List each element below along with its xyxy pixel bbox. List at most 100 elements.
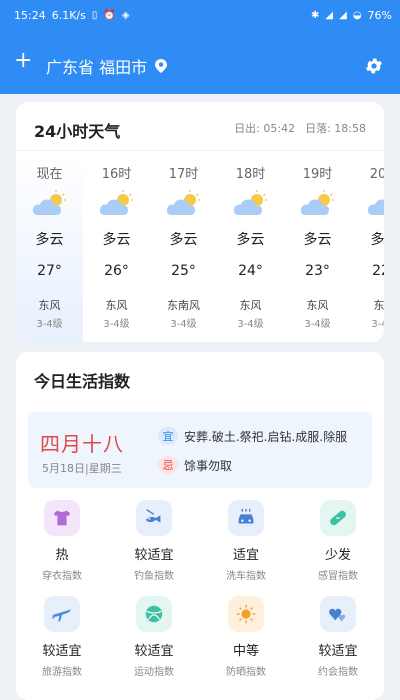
life-title: 今日生活指数 bbox=[34, 372, 131, 391]
suitable-text: 安葬.破土.祭祀.启钻.成服.除服 bbox=[184, 429, 348, 444]
car-wash-icon bbox=[228, 500, 264, 536]
location-selector[interactable]: 广东省 福田市 bbox=[46, 54, 168, 78]
hour-wind-level: 3-4级 bbox=[170, 319, 197, 330]
partly-cloudy-icon bbox=[231, 189, 271, 219]
hearts-icon bbox=[320, 596, 356, 632]
clock-text: 15:24 bbox=[14, 8, 46, 22]
index-label: 旅游指数 bbox=[42, 667, 82, 678]
app-header: + 广东省 福田市 bbox=[0, 30, 400, 94]
hourly-forecast-list[interactable]: 现在多云 27° 东风 3-4级 16时多云 26° 东风 3-4级 17时多云 25° 东南风 3-… bbox=[16, 150, 384, 342]
index-value: 适宜 bbox=[232, 548, 259, 563]
life-index-item[interactable]: 较适宜 运动指数 bbox=[108, 596, 200, 678]
add-city-button[interactable]: + bbox=[14, 50, 32, 72]
hour-condition: 多云 bbox=[102, 232, 131, 248]
bluetooth-icon: ✱ bbox=[311, 9, 320, 21]
hourly-title: 24小时天气 bbox=[34, 122, 121, 141]
hour-column[interactable]: 16时多云 26° 东风 3-4级 bbox=[83, 151, 150, 342]
lunar-date: 四月十八 bbox=[40, 432, 124, 456]
life-index-item[interactable]: 较适宜 钓鱼指数 bbox=[108, 500, 200, 582]
hour-temperature: 25° bbox=[171, 263, 196, 279]
hour-wind-direction: 东风 bbox=[38, 299, 61, 312]
index-label: 洗车指数 bbox=[226, 571, 266, 582]
hour-temperature: 27° bbox=[37, 263, 62, 279]
partly-cloudy-icon bbox=[365, 189, 384, 219]
hour-temperature: 23° bbox=[305, 263, 330, 279]
hour-time: 16时 bbox=[101, 167, 132, 182]
hour-condition: 多云 bbox=[35, 232, 64, 248]
life-index-card: 今日生活指数 四月十八 5月18日|星期三 宜 安葬.破土.祭祀.启钻.成服.除… bbox=[16, 352, 384, 700]
sunrise-time: 日出: 05:42 bbox=[234, 122, 296, 135]
location-name: 广东省 福田市 bbox=[46, 58, 148, 77]
avoid-row: 忌 馀事勿取 bbox=[158, 456, 232, 474]
fishing-icon bbox=[136, 500, 172, 536]
signal-2-icon: ◢ bbox=[339, 9, 347, 21]
hour-column[interactable]: 19时 多云 23° 东风 3-4级 bbox=[284, 151, 351, 342]
hour-column[interactable]: 20时多云 22° 东风 3-4级 bbox=[351, 151, 384, 342]
hourly-weather-card: 24小时天气 日出: 05:42 日落: 18:58 现在多云 27° 东风 3-4级… bbox=[16, 102, 384, 342]
sun-icon bbox=[228, 596, 264, 632]
almanac-box[interactable]: 四月十八 5月18日|星期三 宜 安葬.破土.祭祀.启钻.成服.除服 忌 馀事勿… bbox=[28, 412, 372, 488]
index-label: 钓鱼指数 bbox=[134, 571, 174, 582]
hour-temperature: 24° bbox=[238, 263, 263, 279]
suitable-badge: 宜 bbox=[158, 427, 178, 445]
hour-wind-level: 3-4级 bbox=[36, 319, 63, 330]
hour-wind-direction: 东风 bbox=[306, 299, 329, 312]
hour-wind-direction: 东风 bbox=[105, 299, 128, 312]
status-bar: 15:24 6.1K/s ▯ ⏰ ◈ ✱ ◢ ◢ ◒ 76% bbox=[0, 0, 400, 30]
hour-wind-level: 3-4级 bbox=[237, 319, 264, 330]
hour-column[interactable]: 17时多云 25° 东南风 3-4级 bbox=[150, 151, 217, 342]
sun-times: 日出: 05:42 日落: 18:58 bbox=[234, 120, 366, 136]
avoid-badge: 忌 bbox=[158, 456, 178, 474]
signal-icon: ◢ bbox=[325, 9, 334, 21]
index-label: 感冒指数 bbox=[318, 571, 358, 582]
avoid-text: 馀事勿取 bbox=[184, 458, 233, 473]
network-speed: 6.1K/s bbox=[51, 8, 86, 22]
life-index-item[interactable]: 中等 防晒指数 bbox=[200, 596, 292, 678]
hour-wind-level: 3-4级 bbox=[304, 319, 331, 330]
plane-icon bbox=[44, 596, 80, 632]
ball-icon bbox=[136, 596, 172, 632]
location-pin-icon bbox=[155, 59, 168, 73]
hour-condition: 多云 bbox=[303, 232, 332, 248]
partly-cloudy-icon bbox=[97, 189, 137, 219]
hour-time: 20时 bbox=[369, 167, 384, 182]
index-value: 较适宜 bbox=[318, 644, 358, 659]
hour-column[interactable]: 现在多云 27° 东风 3-4级 bbox=[16, 151, 83, 342]
life-index-item[interactable]: 少发 感冒指数 bbox=[292, 500, 384, 582]
settings-gear-icon[interactable] bbox=[364, 56, 384, 76]
hour-temperature: 26° bbox=[104, 263, 129, 279]
index-value: 少发 bbox=[324, 548, 351, 563]
hour-wind-level: 3-4级 bbox=[371, 319, 384, 330]
hour-wind-direction: 东风 bbox=[373, 299, 385, 312]
wifi-icon: ◒ bbox=[352, 9, 362, 21]
hour-condition: 多云 bbox=[236, 232, 265, 248]
hour-wind-level: 3-4级 bbox=[103, 319, 130, 330]
sunset-time: 日落: 18:58 bbox=[305, 122, 366, 135]
bandage-icon bbox=[320, 500, 356, 536]
vibrate-icon: ▯ bbox=[91, 9, 98, 21]
life-index-item[interactable]: 较适宜 旅游指数 bbox=[16, 596, 108, 678]
index-label: 防晒指数 bbox=[226, 667, 266, 678]
index-label: 运动指数 bbox=[134, 667, 174, 678]
hour-time: 现在 bbox=[36, 167, 63, 182]
index-value: 热 bbox=[55, 548, 69, 563]
hour-column[interactable]: 18时 多云 24° 东风 3-4级 bbox=[217, 151, 284, 342]
hour-time: 17时 bbox=[168, 167, 199, 182]
life-index-item[interactable]: 热穿衣指数 bbox=[16, 500, 108, 582]
index-value: 较适宜 bbox=[134, 548, 174, 563]
life-index-item[interactable]: 较适宜 约会指数 bbox=[292, 596, 384, 678]
hour-wind-direction: 东南风 bbox=[167, 299, 200, 312]
index-value: 较适宜 bbox=[134, 644, 174, 659]
alarm-icon: ⏰ bbox=[103, 9, 116, 21]
partly-cloudy-icon bbox=[298, 189, 338, 219]
app-notification-icon: ◈ bbox=[121, 9, 130, 21]
partly-cloudy-icon bbox=[30, 189, 70, 219]
index-label: 约会指数 bbox=[318, 667, 358, 678]
hour-condition: 多云 bbox=[169, 232, 198, 248]
shirt-icon bbox=[44, 500, 80, 536]
battery-level: 76% bbox=[367, 8, 392, 22]
index-value: 中等 bbox=[232, 644, 259, 659]
life-index-grid: 热穿衣指数 较适宜 钓鱼指数 适宜 洗车指数 少发 感冒指数 较适宜 旅游指数 较适宜 运动指数 中等… bbox=[16, 500, 384, 678]
hour-time: 18时 bbox=[235, 167, 266, 182]
life-index-item[interactable]: 适宜 洗车指数 bbox=[200, 500, 292, 582]
